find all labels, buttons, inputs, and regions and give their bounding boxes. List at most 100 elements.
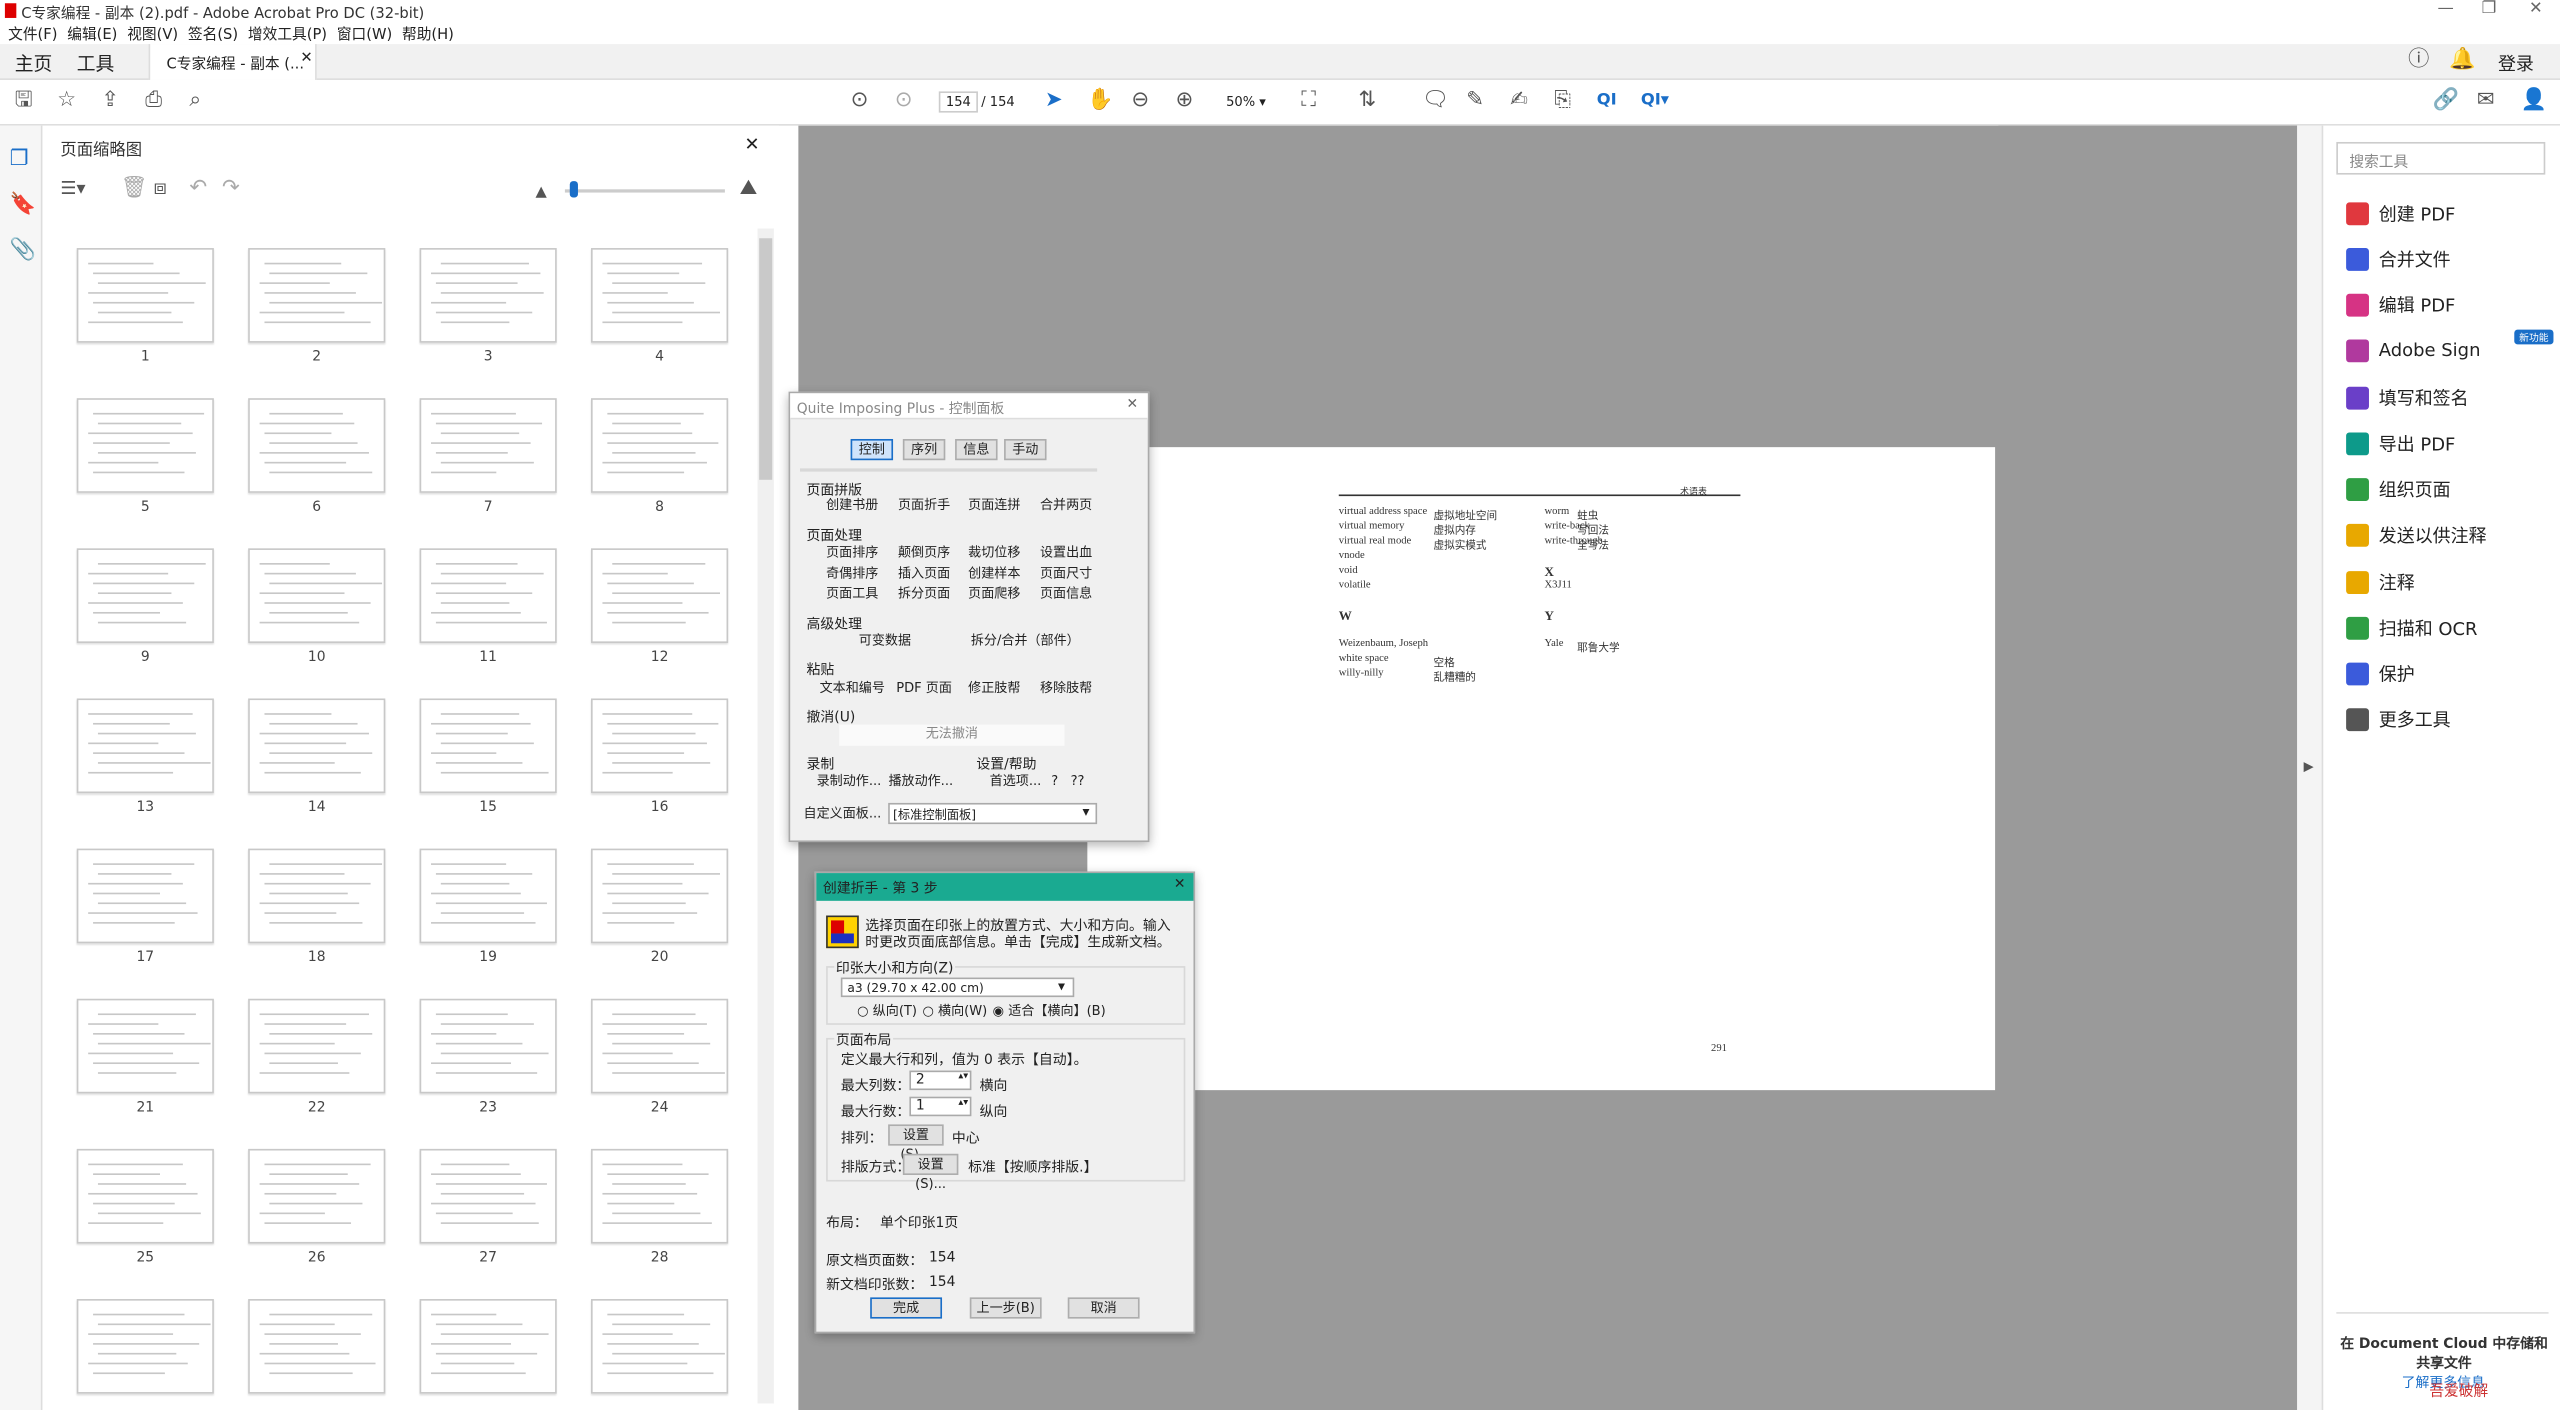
cols-spinner-icon[interactable]: ▴▾ — [958, 1071, 968, 1082]
qip-tab[interactable]: 序列 — [902, 438, 946, 461]
options-menu-icon[interactable]: ☰▾ — [60, 178, 85, 201]
zoom-out-icon[interactable]: ⊖ — [1131, 89, 1149, 113]
close-window-button[interactable]: ✕ — [2529, 0, 2543, 18]
page-thumbnail[interactable] — [419, 548, 557, 643]
page-thumbnail[interactable] — [591, 1299, 729, 1394]
qip-button[interactable]: 录制动作... — [815, 772, 884, 793]
sign-icon[interactable]: ✍ — [1510, 89, 1528, 113]
qip-button[interactable]: 奇偶排序 — [818, 564, 887, 585]
qip-button[interactable]: 页面信息 — [1032, 584, 1101, 605]
qip-tab[interactable]: 信息 — [955, 438, 998, 461]
thumb-size-handle[interactable] — [569, 181, 578, 198]
tool-item[interactable]: 注释 — [2346, 569, 2415, 595]
page-thumbnail[interactable] — [419, 848, 557, 944]
qip-button[interactable]: 播放动作... — [887, 772, 956, 793]
qip-button[interactable]: 页面工具 — [818, 584, 887, 605]
page-thumbnail[interactable] — [591, 548, 729, 643]
notification-bell-icon[interactable]: 🔔 — [2449, 48, 2475, 72]
save-icon[interactable]: 🖫 — [15, 89, 33, 113]
restore-button[interactable]: ❐ — [2482, 0, 2497, 18]
expand-arrow-icon[interactable]: ▶ — [2304, 759, 2314, 774]
menu-view[interactable]: 视图(V) — [127, 28, 178, 44]
qip-button[interactable]: 可变数据 — [839, 632, 930, 653]
zoom-in-icon[interactable]: ⊕ — [1176, 89, 1194, 113]
menu-help[interactable]: 帮助(H) — [402, 28, 454, 44]
page-thumbnail[interactable] — [248, 398, 386, 493]
tool-item[interactable]: 合并文件 — [2346, 247, 2451, 273]
qip-button[interactable]: 创建样本 — [960, 564, 1029, 585]
page-thumbnail[interactable] — [248, 698, 386, 794]
email-icon[interactable]: ✉ — [2477, 89, 2495, 113]
page-thumbnail[interactable] — [76, 998, 214, 1094]
qip-button[interactable]: 页面连拼 — [960, 496, 1029, 517]
insert-page-icon[interactable]: ⧈ — [153, 177, 167, 201]
tool-item[interactable]: 保护 — [2346, 661, 2415, 687]
zoom-select[interactable]: 50% ▾ — [1218, 91, 1280, 112]
qip-button[interactable]: 页面排序 — [818, 543, 887, 564]
page-thumbnail[interactable] — [248, 1148, 386, 1244]
page-thumbnail[interactable] — [419, 1148, 557, 1244]
page-number-input[interactable]: 154 — [938, 91, 978, 113]
orient-landscape-radio[interactable]: ○ 横向(W) — [922, 1002, 987, 1020]
qip-button[interactable]: 插入页面 — [890, 564, 959, 585]
qip-button[interactable]: 页面爬移 — [960, 584, 1029, 605]
max-cols-input[interactable]: 2 ▴▾ — [909, 1070, 972, 1091]
tool-item[interactable]: 导出 PDF — [2346, 431, 2455, 457]
menu-sign[interactable]: 签名(S) — [188, 28, 238, 44]
help-icon[interactable]: ⓘ — [2408, 48, 2429, 72]
close-tab-icon[interactable]: ✕ — [300, 51, 312, 67]
small-thumb-icon[interactable]: ▲ — [536, 181, 547, 204]
tool-item[interactable]: 扫描和 OCR — [2346, 615, 2478, 641]
menu-plugins[interactable]: 增效工具(P) — [248, 28, 327, 44]
tool-item[interactable]: 更多工具 — [2346, 707, 2451, 733]
qip-button[interactable]: 裁切位移 — [960, 543, 1029, 564]
scroll-thumb[interactable] — [759, 238, 773, 480]
qip-button[interactable]: 创建书册 — [818, 496, 887, 517]
bookmark-star-icon[interactable]: ☆ — [57, 89, 76, 113]
qip-button[interactable]: 文本和编号 — [818, 679, 887, 700]
qip-panel-select[interactable]: [标准控制面板] ▾ — [888, 802, 1098, 825]
tool-item[interactable]: 编辑 PDF — [2346, 293, 2455, 319]
page-thumbnail[interactable] — [76, 1299, 214, 1394]
qip-custom-panel-button[interactable]: 自定义面板... — [800, 805, 885, 826]
delete-page-icon[interactable]: 🗑 — [121, 177, 148, 201]
page-thumbnail[interactable] — [419, 698, 557, 794]
qip-undo-button[interactable]: 无法撤消 — [839, 724, 1065, 746]
signin-link[interactable]: 登录 — [2498, 51, 2534, 77]
page-thumbnail[interactable] — [248, 1299, 386, 1394]
qip-button[interactable]: 设置出血 — [1032, 543, 1101, 564]
add-user-icon[interactable]: 👤 — [2521, 89, 2547, 113]
page-thumbnail[interactable] — [591, 998, 729, 1094]
thumbnail-scrollbar[interactable] — [757, 228, 774, 1404]
qip-button[interactable]: 拆分/合并（部件） — [960, 632, 1091, 653]
page-thumbnail[interactable] — [419, 248, 557, 343]
menu-window[interactable]: 窗口(W) — [337, 28, 392, 44]
menu-edit[interactable]: 编辑(E) — [67, 28, 117, 44]
undo-icon[interactable]: ↶ — [189, 177, 207, 201]
qip-button[interactable]: PDF 页面 — [890, 679, 959, 700]
qip-button[interactable]: 合并两页 — [1032, 496, 1101, 517]
page-thumbnail[interactable] — [419, 998, 557, 1094]
close-panel-icon[interactable]: ✕ — [744, 134, 759, 155]
sort-settings-button[interactable]: 设置(S)... — [902, 1153, 959, 1191]
page-thumbnail[interactable] — [76, 248, 214, 343]
qip-button[interactable]: 移除肢帮 — [1032, 679, 1101, 700]
qip-button[interactable]: 页面尺寸 — [1032, 564, 1101, 585]
large-thumb-icon[interactable]: ⛰ — [740, 177, 758, 201]
page-thumbnail[interactable] — [248, 998, 386, 1094]
qip-button[interactable]: 首选项... — [983, 772, 1048, 793]
sheet-size-select[interactable]: a3 (29.70 x 42.00 cm) ▾ — [840, 977, 1075, 998]
page-thumbnail[interactable] — [419, 398, 557, 493]
tab-document[interactable]: C专家编程 - 副本 (... ✕ — [148, 44, 317, 80]
scroll-mode-icon[interactable]: ⇅ — [1358, 89, 1376, 113]
page-thumbnail[interactable] — [591, 698, 729, 794]
print-icon[interactable]: ⎙ — [145, 89, 162, 113]
arrange-settings-button[interactable]: 设置(S)... — [888, 1124, 944, 1162]
page-thumbnail[interactable] — [591, 1148, 729, 1244]
attachments-icon[interactable]: 📎 — [10, 239, 36, 263]
tool-item[interactable]: 组织页面 — [2346, 477, 2451, 503]
page-thumbnail[interactable] — [248, 248, 386, 343]
page-thumbnail[interactable] — [591, 248, 729, 343]
page-thumbnail[interactable] — [76, 548, 214, 643]
qip-button[interactable]: 修正肢帮 — [960, 679, 1029, 700]
